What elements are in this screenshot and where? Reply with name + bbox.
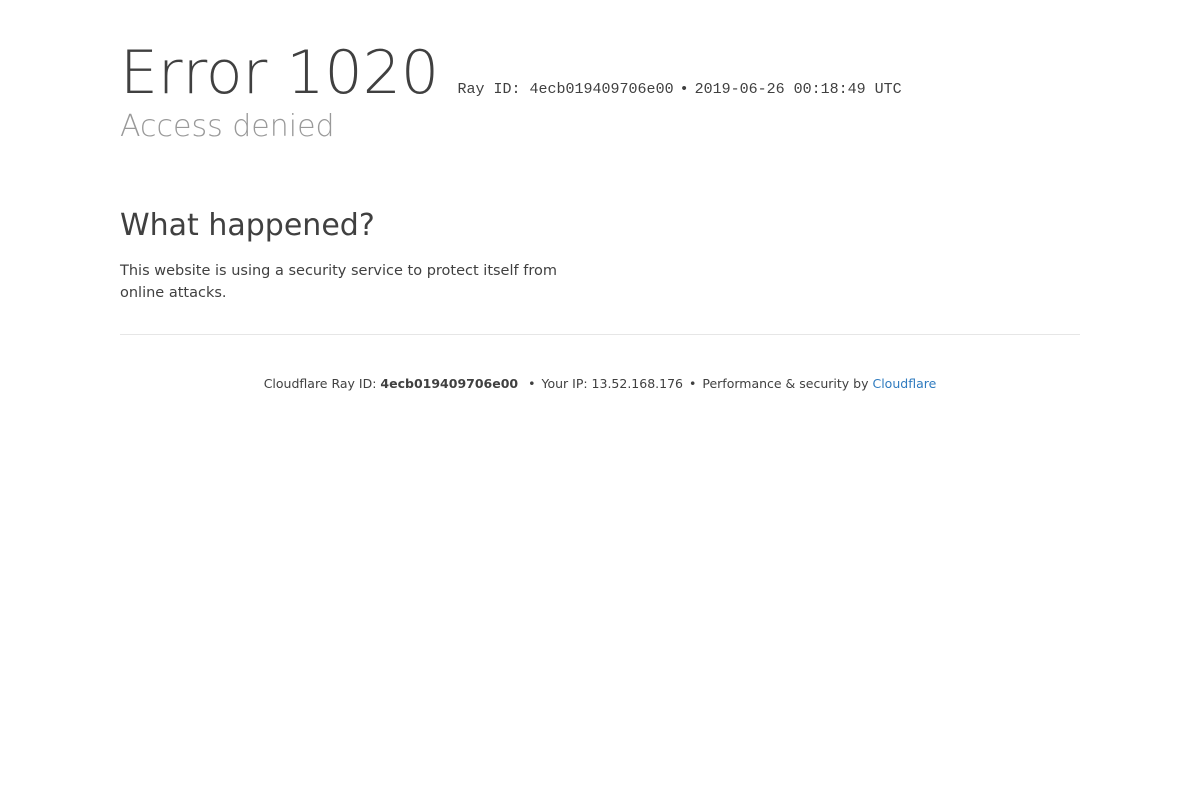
footer-perf-label: Performance & security by: [702, 376, 869, 391]
ray-separator: •: [679, 81, 689, 98]
error-title: Error 1020: [120, 38, 440, 108]
error-subtitle: Access denied: [120, 109, 335, 144]
footer-ray-label: Cloudflare Ray ID:: [263, 376, 377, 391]
ray-meta: Ray ID: 4ecb019409706e00 • 2019-06-26 00:1…: [458, 81, 902, 98]
divider: [120, 334, 1080, 335]
error-timestamp: 2019-06-26 00:18:49 UTC: [694, 81, 902, 98]
cloudflare-link[interactable]: Cloudflare: [872, 376, 936, 391]
error-heading-row: Error 1020 Ray ID: 4ecb019409706e00 • 2019…: [120, 38, 902, 108]
footer: Cloudflare Ray ID: 4ecb019409706e00 • You…: [120, 374, 1080, 394]
footer-ray-id: 4ecb019409706e00: [380, 376, 519, 391]
footer-dot-1: •: [528, 376, 536, 391]
section-description: This website is using a security service…: [120, 263, 557, 301]
section-heading: What happened?: [120, 208, 375, 243]
ray-id-label: Ray ID: 4ecb019409706e00: [457, 81, 674, 98]
footer-ip: Your IP: 13.52.168.176: [541, 376, 683, 391]
footer-dot-2: •: [689, 376, 697, 391]
